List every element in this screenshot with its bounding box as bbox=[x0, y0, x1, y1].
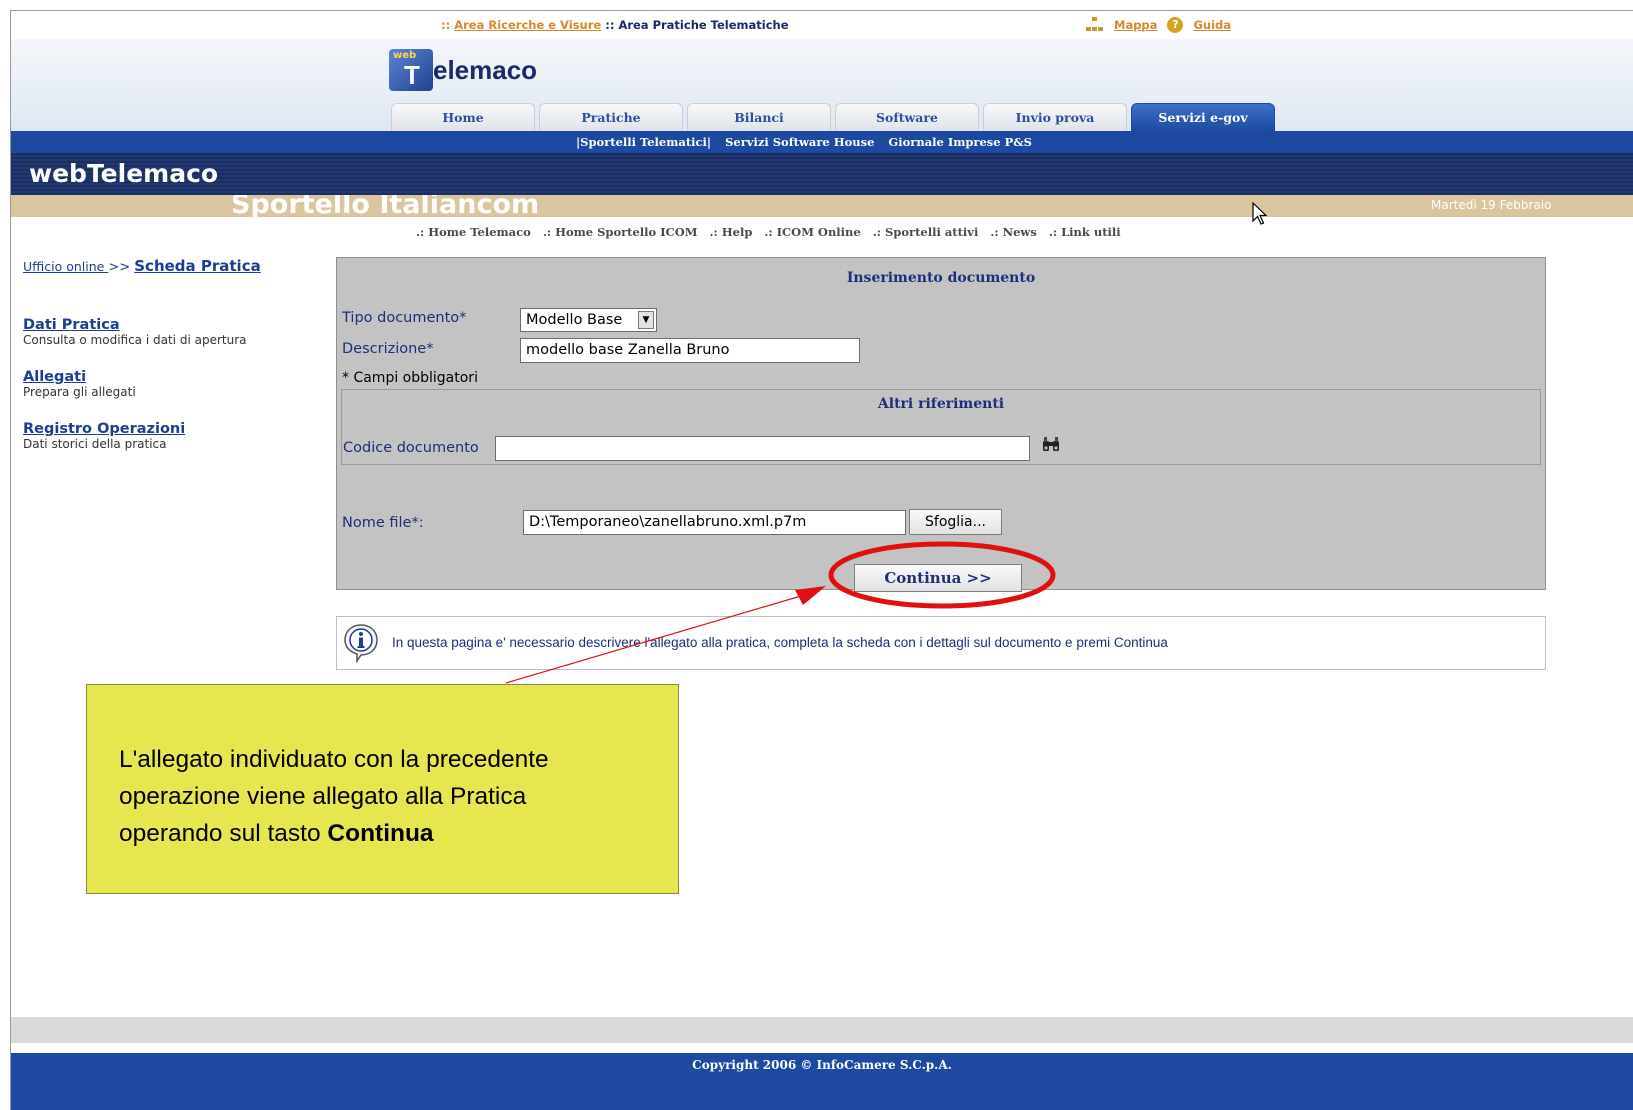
sidebar-item-allegati: Allegati Prepara gli allegati bbox=[23, 369, 323, 399]
info-icon bbox=[344, 624, 378, 663]
nav-sportelli-attivi[interactable]: .: Sportelli attivi bbox=[873, 225, 979, 239]
tab-invio-prova[interactable]: Invio prova bbox=[983, 103, 1127, 131]
info-text: In questa pagina e' necessario descriver… bbox=[392, 635, 1168, 650]
nome-file-input[interactable]: D:\Temporaneo\zanellabruno.xml.p7m bbox=[523, 510, 906, 535]
nome-file-label: Nome file*: bbox=[342, 515, 424, 531]
info-box: In questa pagina e' necessario descriver… bbox=[336, 616, 1546, 670]
current-area: Area Pratiche Telematiche bbox=[618, 18, 789, 32]
mappa-link[interactable]: Mappa bbox=[1114, 18, 1157, 32]
tipo-documento-label: Tipo documento* bbox=[342, 310, 467, 326]
sidebar-item-subtitle: Prepara gli allegati bbox=[23, 385, 136, 399]
nav-home-telemaco[interactable]: .: Home Telemaco bbox=[416, 225, 531, 239]
codice-documento-input[interactable] bbox=[495, 436, 1030, 461]
nav-home-sportello[interactable]: .: Home Sportello ICOM bbox=[543, 225, 698, 239]
tab-home[interactable]: Home bbox=[391, 103, 535, 131]
breadcrumb: Ufficio online >> Scheda Pratica bbox=[23, 257, 323, 275]
help-links: Mappa ? Guida bbox=[1086, 17, 1231, 33]
logo-wordmark: elemaco bbox=[433, 54, 538, 85]
tab-servizi-egov[interactable]: Servizi e-gov bbox=[1131, 103, 1275, 131]
app-title: webTelemaco bbox=[29, 159, 219, 188]
altri-riferimenti-section: Altri riferimenti Codice documento bbox=[341, 389, 1541, 465]
sfoglia-button[interactable]: Sfoglia... bbox=[909, 509, 1002, 535]
form-heading: Inserimento documento bbox=[846, 270, 1036, 286]
descrizione-input[interactable]: modello base Zanella Bruno bbox=[520, 338, 860, 363]
sidebar-item-title[interactable]: Registro Operazioni bbox=[23, 421, 323, 437]
sidebar: Ufficio online >> Scheda Pratica Dati Pr… bbox=[23, 257, 323, 451]
codice-documento-label: Codice documento bbox=[343, 440, 479, 456]
current-date: Martedì 19 Febbraio bbox=[1431, 198, 1552, 212]
tipo-documento-select[interactable]: Modello Base ▼ bbox=[520, 308, 657, 332]
separator: :: bbox=[605, 18, 615, 32]
subnav-sportelli[interactable]: |Sportelli Telematici| bbox=[576, 135, 711, 149]
sportello-name: Sportello Italiancom bbox=[231, 195, 540, 217]
logo-t-letter: T bbox=[404, 60, 420, 90]
sidebar-item-subtitle: Dati storici della pratica bbox=[23, 437, 167, 451]
area-switch: :: Area Ricerche e Visure :: Area Pratic… bbox=[441, 18, 789, 32]
tab-pratiche[interactable]: Pratiche bbox=[539, 103, 683, 131]
app-title-bar: webTelemaco bbox=[11, 153, 1633, 195]
breadcrumb-ufficio-link[interactable]: Ufficio online bbox=[23, 259, 108, 274]
tab-bilanci[interactable]: Bilanci bbox=[687, 103, 831, 131]
sidebar-item-title[interactable]: Dati Pratica bbox=[23, 317, 323, 333]
callout-line-1: L'allegato individuato con la precedente bbox=[119, 746, 549, 773]
sidebar-item-subtitle: Consulta o modifica i dati di apertura bbox=[23, 333, 247, 347]
browser-page: :: Area Ricerche e Visure :: Area Pratic… bbox=[10, 10, 1633, 1110]
footer-gray-bar bbox=[11, 1017, 1633, 1043]
chevron-down-icon[interactable]: ▼ bbox=[638, 311, 654, 329]
nav-help[interactable]: .: Help bbox=[710, 225, 753, 239]
nav-link-utili[interactable]: .: Link utili bbox=[1049, 225, 1121, 239]
site-header: web T elemaco Home Pratiche Bilanci Soft… bbox=[11, 39, 1633, 131]
tipo-documento-value: Modello Base bbox=[526, 312, 623, 328]
callout-line-2: operazione viene allegato alla Pratica bbox=[119, 783, 527, 810]
callout-text: L'allegato individuato con la precedente… bbox=[119, 741, 659, 852]
subnav-software-house[interactable]: Servizi Software House bbox=[725, 135, 874, 149]
altri-riferimenti-heading: Altri riferimenti bbox=[877, 396, 1005, 412]
telemaco-logo[interactable]: web T elemaco bbox=[389, 49, 537, 91]
document-form: Inserimento documento Tipo documento* Mo… bbox=[336, 257, 1546, 592]
guida-link[interactable]: Guida bbox=[1193, 18, 1231, 32]
callout-note: L'allegato individuato con la precedente… bbox=[86, 684, 679, 894]
binoculars-icon[interactable] bbox=[1041, 436, 1061, 452]
area-ricerche-link[interactable]: Area Ricerche e Visure bbox=[454, 18, 601, 32]
breadcrumb-separator: >> bbox=[108, 260, 131, 275]
callout-line-3: operando sul tasto bbox=[119, 820, 328, 847]
separator: :: bbox=[441, 18, 451, 32]
sub-navigation: |Sportelli Telematici| Servizi Software … bbox=[11, 131, 1633, 153]
required-note: * Campi obbligatori bbox=[342, 370, 478, 386]
nav-icom-online[interactable]: .: ICOM Online bbox=[764, 225, 860, 239]
sidebar-item-registro: Registro Operazioni Dati storici della p… bbox=[23, 421, 323, 451]
continua-button[interactable]: Continua >> bbox=[854, 564, 1022, 592]
help-icon[interactable]: ? bbox=[1167, 17, 1184, 33]
sidebar-item-dati-pratica: Dati Pratica Consulta o modifica i dati … bbox=[23, 317, 323, 347]
site-navigation: .: Home Telemaco .: Home Sportello ICOM … bbox=[416, 225, 1129, 239]
footer: Copyright 2006 © InfoCamere S.C.p.A. bbox=[11, 1053, 1633, 1110]
top-links-bar: :: Area Ricerche e Visure :: Area Pratic… bbox=[11, 11, 1633, 39]
mouse-pointer-icon bbox=[1252, 201, 1268, 225]
logo-mark: web T bbox=[389, 49, 433, 91]
callout-line-3-bold: Continua bbox=[327, 820, 434, 847]
sitemap-icon[interactable] bbox=[1086, 17, 1104, 33]
subnav-giornale[interactable]: Giornale Imprese P&S bbox=[888, 135, 1032, 149]
breadcrumb-current[interactable]: Scheda Pratica bbox=[134, 257, 260, 275]
tab-software[interactable]: Software bbox=[835, 103, 979, 131]
main-tabs: Home Pratiche Bilanci Software Invio pro… bbox=[391, 103, 1275, 131]
sportello-bar: Sportello Italiancom Martedì 19 Febbraio bbox=[11, 195, 1633, 217]
sidebar-item-title[interactable]: Allegati bbox=[23, 369, 323, 385]
descrizione-label: Descrizione* bbox=[342, 341, 434, 357]
nav-news[interactable]: .: News bbox=[990, 225, 1036, 239]
copyright-text: Copyright 2006 © InfoCamere S.C.p.A. bbox=[692, 1058, 952, 1072]
